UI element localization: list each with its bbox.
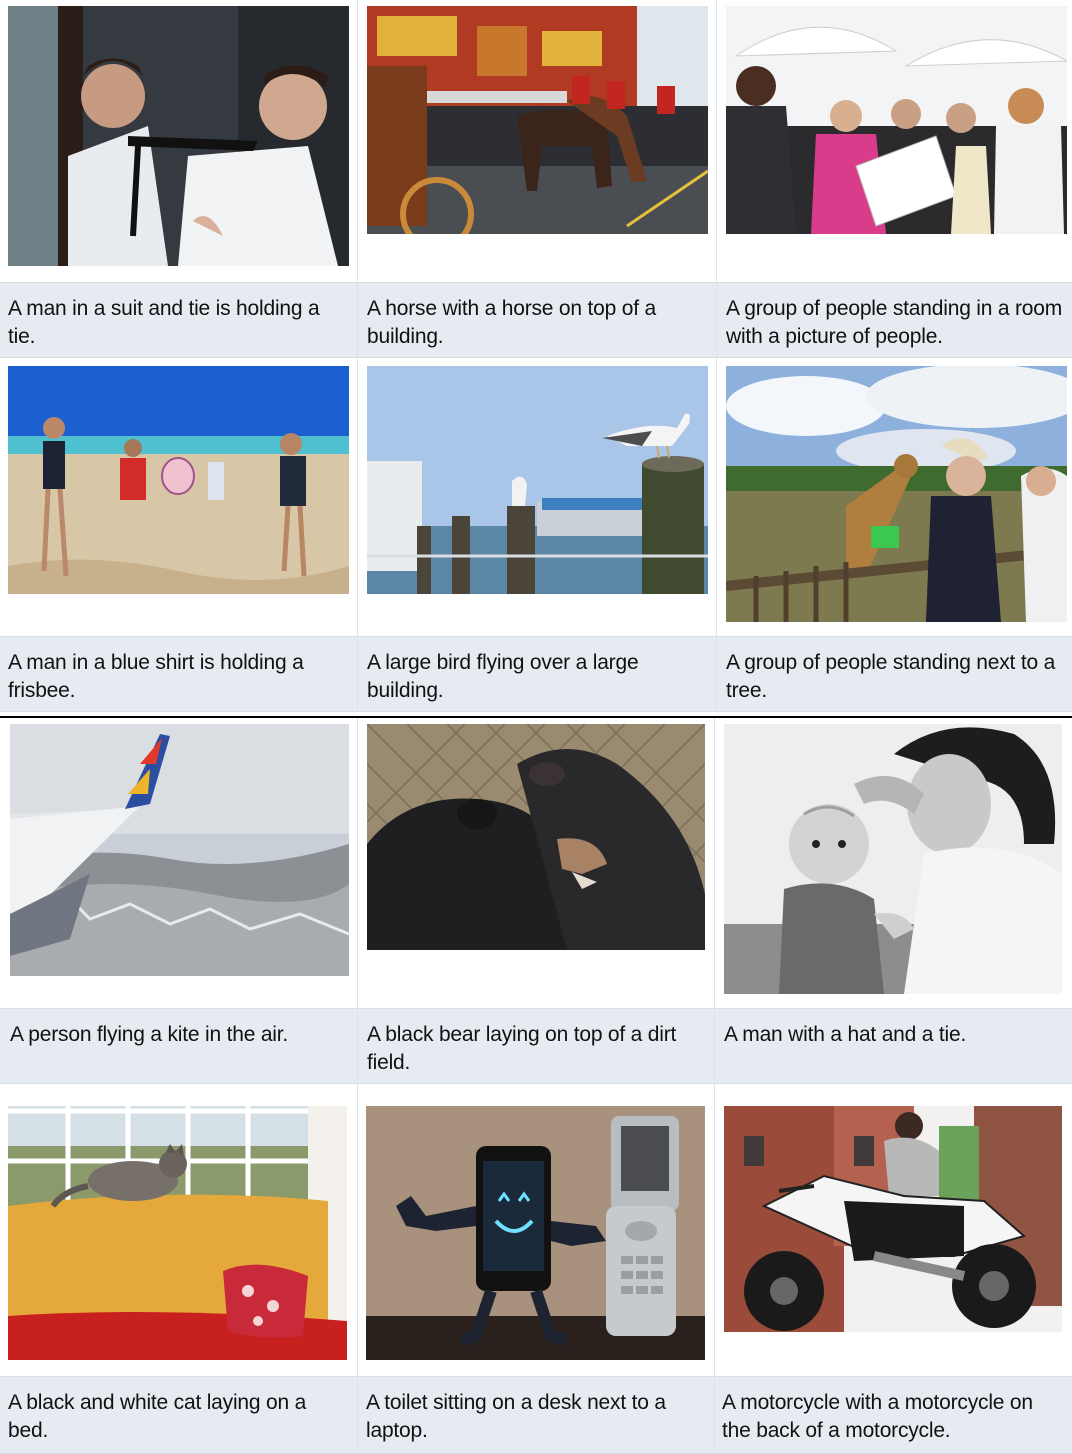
- caption: A group of people standing next to a tre…: [726, 651, 1056, 702]
- mother-baby-photo: [724, 724, 1062, 994]
- caption-row-4: A black and white cat laying on a bed. A…: [0, 1376, 1072, 1454]
- caption-row-1: A man in a suit and tie is holding a tie…: [0, 282, 1072, 358]
- image-row-4: [0, 1084, 1072, 1376]
- airplane-wing-mountains-photo: [10, 724, 349, 976]
- seagull-dock-photo: [367, 366, 708, 594]
- caption: A group of people standing in a room wit…: [726, 297, 1063, 348]
- two-men-tie-photo: [8, 6, 349, 266]
- people-umbrellas-photo: [726, 6, 1067, 234]
- caption: A toilet sitting on a desk next to a lap…: [366, 1391, 666, 1442]
- caption: A horse with a horse on top of a buildin…: [367, 297, 656, 348]
- caption-row-3: A person flying a kite in the air. A bla…: [0, 1008, 1072, 1084]
- beach-people-photo: [8, 366, 349, 594]
- caption: A man in a suit and tie is holding a tie…: [8, 297, 320, 348]
- phone-robot-toy-photo: [366, 1106, 705, 1360]
- caption: A large bird flying over a large buildin…: [367, 651, 639, 702]
- caption: A man in a blue shirt is holding a frisb…: [8, 651, 304, 702]
- caption: A man with a hat and a tie.: [724, 1023, 967, 1046]
- caption: A person flying a kite in the air.: [10, 1023, 289, 1046]
- parade-horses-photo: [367, 6, 708, 234]
- image-row-3: [0, 718, 1072, 1008]
- caption: A black and white cat laying on a bed.: [8, 1391, 307, 1442]
- caption: A black bear laying on top of a dirt fie…: [367, 1023, 677, 1074]
- motorcycle-rider-photo: [724, 1106, 1062, 1332]
- caption-row-2: A man in a blue shirt is holding a frisb…: [0, 636, 1072, 712]
- caption: A motorcycle with a motorcycle on the ba…: [722, 1391, 1033, 1442]
- image-row-2: [0, 358, 1072, 636]
- black-bears-photo: [367, 724, 705, 950]
- image-row-1: [0, 0, 1072, 282]
- giraffe-zoo-photo: [726, 366, 1067, 622]
- cat-on-couch-photo: [8, 1106, 347, 1360]
